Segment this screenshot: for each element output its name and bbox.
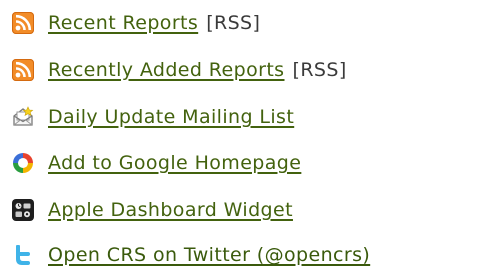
mail-icon[interactable] [12, 106, 34, 128]
twitter-row: Open CRS on Twitter (@opencrs) [12, 241, 370, 269]
google-homepage-link[interactable]: Add to Google Homepage [48, 152, 301, 174]
rss-icon[interactable] [12, 59, 34, 81]
recently-added-reports-row: Recently Added Reports [RSS] [12, 56, 347, 84]
google-icon[interactable] [12, 152, 34, 174]
recently-added-reports-rss-label: [RSS] [292, 59, 347, 81]
recent-reports-rss-label: [RSS] [206, 12, 261, 34]
recently-added-reports-link[interactable]: Recently Added Reports [48, 59, 285, 81]
google-homepage-row: Add to Google Homepage [12, 149, 301, 177]
dashboard-widget-row: Apple Dashboard Widget [12, 196, 293, 224]
twitter-icon[interactable] [12, 244, 34, 266]
twitter-link[interactable]: Open CRS on Twitter (@opencrs) [48, 244, 370, 266]
recent-reports-row: Recent Reports [RSS] [12, 9, 260, 37]
dashboard-icon[interactable] [12, 199, 34, 221]
mailing-list-row: Daily Update Mailing List [12, 103, 294, 131]
dashboard-widget-link[interactable]: Apple Dashboard Widget [48, 199, 293, 221]
recent-reports-link[interactable]: Recent Reports [48, 12, 198, 34]
rss-icon[interactable] [12, 12, 34, 34]
mailing-list-link[interactable]: Daily Update Mailing List [48, 106, 294, 128]
